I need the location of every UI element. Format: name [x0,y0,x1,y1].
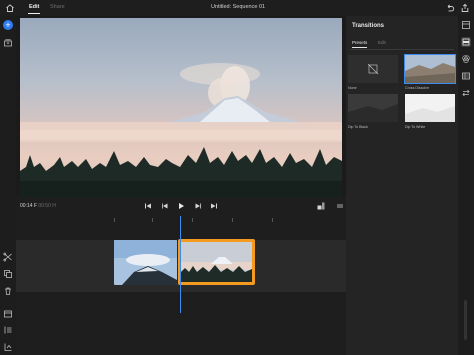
ruler-tick [232,218,233,222]
forest-treeline [20,147,342,197]
current-time: 00:14 [20,203,33,209]
timeline-clip-1[interactable] [114,240,177,285]
transition-thumbnail [404,54,456,84]
clip-thumbnail [181,242,252,282]
scrollbar[interactable] [464,300,467,340]
properties-icon[interactable] [461,20,471,30]
undo-icon[interactable] [445,3,455,13]
current-frames: F [33,203,37,209]
duplicate-icon[interactable] [3,269,13,279]
menu-icon[interactable] [336,202,344,210]
dip-to-white-preview [405,94,455,122]
tab-edit-transition[interactable]: Edit [378,40,386,45]
ruler-tick [152,218,153,222]
transition-cross-dissolve[interactable]: Cross Dissolve [404,54,456,90]
tab-share[interactable]: Share [50,4,65,10]
transition-dip-to-black[interactable]: Dip To Black [348,94,398,129]
panel-title: Transitions [352,23,385,29]
transitions-icon[interactable] [461,37,471,47]
left-toolbar: + [0,16,16,355]
delete-icon[interactable] [3,286,13,296]
transform-icon[interactable] [461,88,471,98]
play-icon[interactable] [177,202,185,210]
library-icon[interactable] [3,38,13,48]
step-forward-icon[interactable] [194,202,202,210]
timecode: 00:14 F 00:50 H [20,203,56,209]
transport-bar: 00:14 F 00:50 H [16,197,346,215]
video-preview[interactable] [20,18,342,197]
top-bar: Edit Share Untitled: Sequence 01 [0,0,474,16]
skip-to-end-icon[interactable] [210,202,218,210]
duration: 00:50 [38,203,51,209]
tabs-divider [350,49,454,50]
no-transition-icon [367,63,379,75]
ruler-tick [114,218,115,222]
project-title: Untitled: Sequence 01 [210,4,266,10]
transition-none[interactable]: None [348,55,398,90]
cross-dissolve-preview [405,55,455,83]
skip-to-start-icon[interactable] [144,202,152,210]
tracks-icon[interactable] [3,325,13,335]
transition-thumbnail [348,94,398,122]
home-icon[interactable] [5,3,15,13]
grid-icon[interactable] [461,71,471,81]
audio-icon[interactable] [3,342,13,352]
transitions-panel: Transitions Presets Edit None Cross Diss… [346,16,458,355]
clip-thumbnail [114,240,177,285]
share-icon[interactable] [460,3,470,13]
playhead[interactable] [180,216,182,313]
transition-label: Cross Dissolve [405,86,429,90]
color-icon[interactable] [461,54,471,64]
timeline-clip-2[interactable] [178,239,255,285]
split-icon[interactable] [3,252,13,262]
transition-label: Dip To White [405,125,426,129]
title-icon[interactable] [3,309,13,319]
transition-dip-to-white[interactable]: Dip To White [405,94,455,129]
fit-to-screen-icon[interactable] [317,202,325,210]
add-media-icon[interactable]: + [3,20,13,30]
ruler-tick [272,218,273,222]
ruler-tick [192,218,193,222]
transition-thumbnail [405,94,455,122]
transition-label: None [348,86,357,90]
tab-edit[interactable]: Edit [27,4,41,14]
transition-thumbnail [348,55,398,83]
step-back-icon[interactable] [161,202,169,210]
dip-to-black-preview [348,94,398,122]
duration-frames: H [52,203,56,209]
tab-presets[interactable]: Presets [352,40,368,48]
transition-label: Dip To Black [348,125,368,129]
